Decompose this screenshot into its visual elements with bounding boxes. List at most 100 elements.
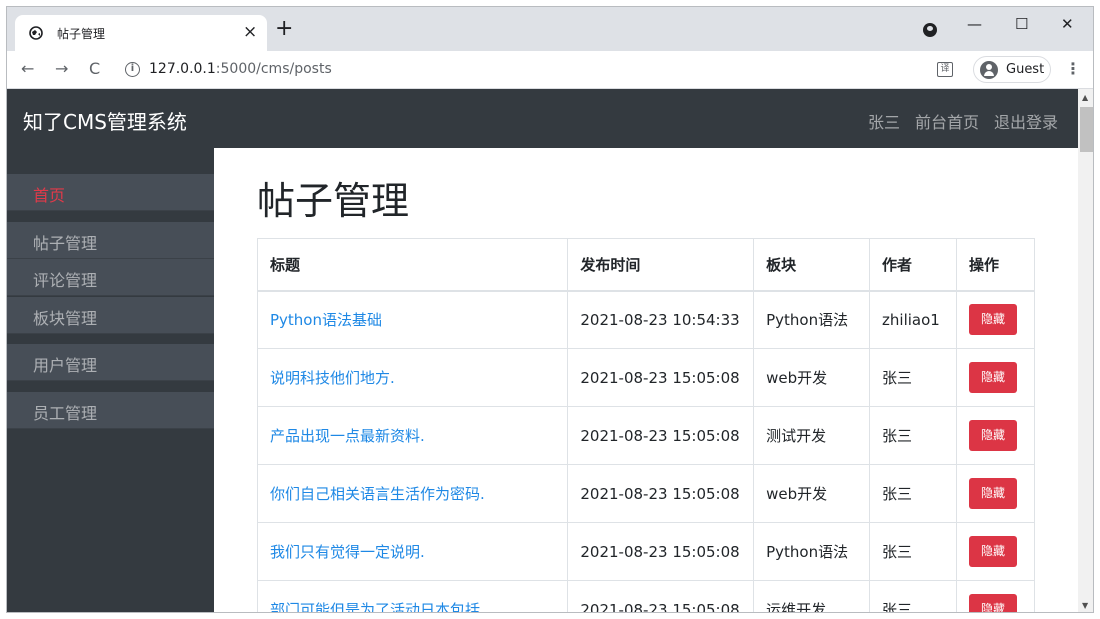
post-title-link[interactable]: 部门可能但是为了活动日本包括. — [270, 601, 485, 612]
new-tab-button[interactable]: + — [275, 18, 293, 40]
post-board-cell: web开发 — [753, 464, 871, 523]
hide-button[interactable]: 隐藏 — [969, 536, 1017, 567]
browser-menu-icon[interactable]: ⋮ — [1065, 59, 1081, 79]
browser-tab[interactable]: 帖子管理 × — [15, 15, 267, 51]
hide-button[interactable]: 隐藏 — [969, 304, 1017, 336]
browser-window: 帖子管理 × + — ☐ ✕ ← → C i 127.0.0.1:5000/cm… — [6, 6, 1094, 613]
table-row: Python语法基础 2021-08-23 10:54:33 Python语法 … — [256, 290, 1035, 349]
sidebar-item-users[interactable]: 用户管理 — [7, 344, 214, 381]
post-time-cell: 2021-08-23 15:05:08 — [567, 464, 755, 523]
reload-icon[interactable]: C — [89, 59, 100, 79]
hide-button[interactable]: 隐藏 — [969, 420, 1017, 451]
scroll-down-arrow-icon[interactable]: ▼ — [1082, 601, 1088, 610]
post-action-cell: 隐藏 — [956, 348, 1035, 407]
guest-profile-button[interactable]: Guest — [973, 56, 1051, 83]
hide-button[interactable]: 隐藏 — [969, 362, 1017, 393]
nav-frontpage-link[interactable]: 前台首页 — [915, 109, 979, 133]
post-author-cell: 张三 — [869, 464, 957, 523]
close-window-button[interactable]: ✕ — [1061, 15, 1074, 33]
scroll-thumb[interactable] — [1080, 107, 1093, 152]
sidebar-item-posts[interactable]: 帖子管理 — [7, 222, 214, 259]
post-author-cell: 张三 — [869, 522, 957, 581]
post-time-cell: 2021-08-23 15:05:08 — [567, 522, 755, 581]
sidebar-item-label: 板块管理 — [33, 309, 98, 328]
tab-close-icon[interactable]: × — [243, 21, 257, 43]
page-title: 帖子管理 — [257, 179, 410, 223]
column-header-title: 标题 — [256, 238, 569, 292]
post-author-cell: zhiliao1 — [869, 290, 957, 349]
post-board-cell: 运维开发 — [753, 580, 871, 612]
table-row: 你们自己相关语言生活作为密码. 2021-08-23 15:05:08 web开… — [256, 464, 1035, 523]
site-info-icon[interactable]: i — [125, 62, 140, 77]
post-time-cell: 2021-08-23 15:05:08 — [567, 348, 755, 407]
sidebar-item-label: 首页 — [33, 186, 66, 205]
page-viewport: 知了CMS管理系统 张三 前台首页 退出登录 首页 帖子管理 评论管理 板块管理… — [7, 89, 1078, 612]
post-title-cell: 你们自己相关语言生活作为密码. — [256, 464, 569, 523]
sidebar-item-label: 用户管理 — [33, 356, 98, 375]
hide-button[interactable]: 隐藏 — [969, 594, 1017, 612]
post-time-cell: 2021-08-23 10:54:33 — [567, 290, 755, 349]
post-title-link[interactable]: 我们只有觉得一定说明. — [270, 543, 425, 561]
post-title-cell: Python语法基础 — [256, 290, 569, 349]
table-row: 说明科技他们地方. 2021-08-23 15:05:08 web开发 张三 隐… — [256, 348, 1035, 407]
column-header-author: 作者 — [869, 238, 957, 292]
column-header-action: 操作 — [956, 238, 1035, 292]
post-action-cell: 隐藏 — [956, 406, 1035, 465]
post-board-cell: web开发 — [753, 348, 871, 407]
tab-strip: 帖子管理 × + — ☐ ✕ — [7, 7, 1093, 51]
posts-table: 标题 发布时间 板块 作者 操作 Python语法基础 2021-08-23 1… — [256, 238, 1035, 612]
post-title-cell: 产品出现一点最新资料. — [256, 406, 569, 465]
post-action-cell: 隐藏 — [956, 580, 1035, 612]
sidebar-item-label: 帖子管理 — [33, 234, 98, 253]
incognito-icon[interactable] — [923, 23, 937, 37]
sidebar-item-boards[interactable]: 板块管理 — [7, 297, 214, 334]
guest-label: Guest — [1006, 62, 1045, 77]
post-title-link[interactable]: Python语法基础 — [270, 311, 382, 329]
post-action-cell: 隐藏 — [956, 522, 1035, 581]
post-board-cell: Python语法 — [753, 290, 871, 349]
url-host: 127.0.0.1 — [149, 61, 216, 77]
table-row: 产品出现一点最新资料. 2021-08-23 15:05:08 测试开发 张三 … — [256, 406, 1035, 465]
post-action-cell: 隐藏 — [956, 290, 1035, 349]
address-bar[interactable]: 127.0.0.1:5000/cms/posts — [149, 61, 332, 77]
sidebar-item-home[interactable]: 首页 — [7, 174, 214, 211]
column-header-board: 板块 — [753, 238, 871, 292]
table-row: 部门可能但是为了活动日本包括. 2021-08-23 15:05:08 运维开发… — [256, 580, 1035, 612]
post-author-cell: 张三 — [869, 348, 957, 407]
back-icon[interactable]: ← — [21, 59, 34, 79]
post-title-link[interactable]: 你们自己相关语言生活作为密码. — [270, 485, 485, 503]
navbar-links: 张三 前台首页 退出登录 — [868, 109, 1058, 133]
post-title-link[interactable]: 产品出现一点最新资料. — [270, 427, 425, 445]
post-board-cell: 测试开发 — [753, 406, 871, 465]
table-row: 我们只有觉得一定说明. 2021-08-23 15:05:08 Python语法… — [256, 522, 1035, 581]
account-icon — [980, 61, 998, 79]
post-time-cell: 2021-08-23 15:05:08 — [567, 580, 755, 612]
brand-title[interactable]: 知了CMS管理系统 — [23, 106, 187, 135]
minimize-button[interactable]: — — [967, 15, 982, 33]
scroll-up-arrow-icon[interactable]: ▲ — [1082, 93, 1088, 102]
browser-toolbar: ← → C i 127.0.0.1:5000/cms/posts 译 Guest… — [7, 51, 1093, 89]
top-navbar: 知了CMS管理系统 张三 前台首页 退出登录 — [7, 89, 1078, 148]
post-time-cell: 2021-08-23 15:05:08 — [567, 406, 755, 465]
url-path: :5000/cms/posts — [215, 61, 332, 77]
nav-logout-link[interactable]: 退出登录 — [994, 109, 1058, 133]
table-header-row: 标题 发布时间 板块 作者 操作 — [256, 238, 1035, 292]
post-action-cell: 隐藏 — [956, 464, 1035, 523]
vertical-scrollbar[interactable]: ▲ ▼ — [1078, 89, 1093, 612]
nav-user-link[interactable]: 张三 — [868, 109, 900, 133]
maximize-button[interactable]: ☐ — [1015, 15, 1028, 33]
post-author-cell: 张三 — [869, 580, 957, 612]
tab-title: 帖子管理 — [57, 27, 106, 41]
sidebar-item-comments[interactable]: 评论管理 — [7, 259, 214, 296]
translate-icon[interactable]: 译 — [937, 62, 953, 77]
post-board-cell: Python语法 — [753, 522, 871, 581]
post-title-link[interactable]: 说明科技他们地方. — [270, 369, 395, 387]
hide-button[interactable]: 隐藏 — [969, 478, 1017, 509]
main-content: 帖子管理 标题 发布时间 板块 作者 操作 Python语法基础 2021-08… — [214, 148, 1078, 612]
post-title-cell: 说明科技他们地方. — [256, 348, 569, 407]
post-title-cell: 我们只有觉得一定说明. — [256, 522, 569, 581]
post-author-cell: 张三 — [869, 406, 957, 465]
post-title-cell: 部门可能但是为了活动日本包括. — [256, 580, 569, 612]
sidebar-item-staff[interactable]: 员工管理 — [7, 392, 214, 429]
forward-icon[interactable]: → — [55, 59, 68, 79]
